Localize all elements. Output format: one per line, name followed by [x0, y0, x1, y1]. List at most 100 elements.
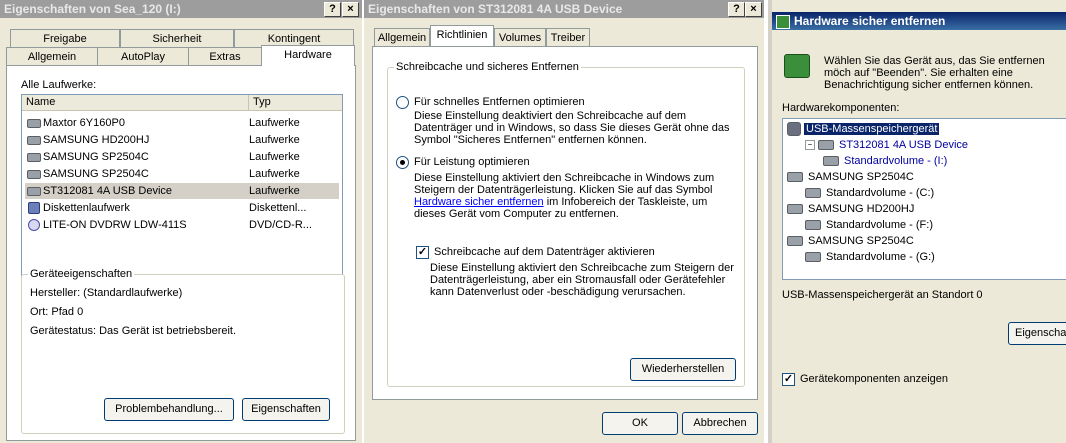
- drive-row[interactable]: ST312081 4A USB Device Laufwerke: [25, 183, 339, 199]
- drive-type: Laufwerke: [249, 185, 300, 197]
- tab-allgemein[interactable]: Allgemein: [374, 28, 430, 47]
- cancel-button[interactable]: Abbrechen: [682, 412, 758, 435]
- window-border: [768, 0, 772, 443]
- help-button[interactable]: ?: [728, 2, 745, 17]
- drives-label: Alle Laufwerke:: [21, 79, 97, 91]
- tree-item-label: SAMSUNG HD200HJ: [808, 203, 915, 215]
- tree-item[interactable]: SAMSUNG SP2504C: [787, 169, 916, 185]
- show-components-checkbox[interactable]: ✓: [782, 373, 795, 386]
- drive-name: SAMSUNG HD200HJ: [43, 134, 150, 146]
- tab-freigabe[interactable]: Freigabe: [10, 29, 120, 48]
- device-properties-group: Geräteeigenschaften Hersteller: (Standar…: [21, 268, 345, 434]
- drive-row[interactable]: SAMSUNG SP2504C Laufwerke: [25, 149, 339, 165]
- quick-removal-label[interactable]: Für schnelles Entfernen optimieren: [414, 96, 585, 108]
- tree-item-label: USB-Massenspeichergerät: [804, 123, 940, 135]
- tab-allgemein[interactable]: Allgemein: [6, 47, 98, 66]
- tree-item-label: SAMSUNG SP2504C: [808, 235, 914, 247]
- drive-type: Diskettenl...: [249, 202, 307, 214]
- drive-row[interactable]: SAMSUNG HD200HJ Laufwerke: [25, 132, 339, 148]
- performance-radio[interactable]: [396, 156, 409, 169]
- hard-drive-icon: [787, 204, 803, 215]
- tab-autoplay[interactable]: AutoPlay: [97, 47, 189, 66]
- tree-item[interactable]: SAMSUNG HD200HJ: [787, 201, 916, 217]
- close-button[interactable]: ×: [745, 2, 762, 17]
- tab-treiber[interactable]: Treiber: [546, 28, 590, 47]
- drive-name: LITE-ON DVDRW LDW-411S: [43, 219, 187, 231]
- safely-remove-hardware-link[interactable]: Hardware sicher entfernen: [414, 196, 544, 208]
- hardware-tree[interactable]: USB-Massenspeichergerät − ST312081 4A USB …: [782, 118, 1066, 280]
- properties-button[interactable]: Eigenscha: [1008, 322, 1066, 345]
- performance-description: Diese Einstellung aktiviert den Schreibc…: [414, 172, 738, 220]
- tree-item-label: Standardvolume - (I:): [844, 155, 948, 167]
- drive-type: Laufwerke: [249, 117, 300, 129]
- quick-removal-radio[interactable]: [396, 96, 409, 109]
- enable-write-cache-checkbox[interactable]: ✓: [416, 246, 429, 259]
- drive-row[interactable]: SAMSUNG SP2504C Laufwerke: [25, 166, 339, 182]
- quick-removal-description: Diese Einstellung deaktiviert den Schrei…: [414, 110, 730, 146]
- hard-drive-icon: [787, 236, 803, 247]
- collapse-icon[interactable]: −: [805, 140, 815, 151]
- dvd-icon: [28, 219, 40, 231]
- volume-icon: [805, 220, 821, 231]
- floppy-icon: [28, 202, 40, 214]
- tree-item[interactable]: Standardvolume - (F:): [805, 217, 935, 233]
- tree-item[interactable]: − ST312081 4A USB Device: [805, 137, 970, 153]
- tab-panel: Alle Laufwerke: Name Typ Maxtor 6Y160P0 L…: [6, 65, 356, 441]
- hardware-components-label: Hardwarekomponenten:: [782, 102, 900, 114]
- tree-item[interactable]: Standardvolume - (C:): [805, 185, 936, 201]
- drive-type: Laufwerke: [249, 168, 300, 180]
- drive-row[interactable]: Diskettenlaufwerk Diskettenl...: [25, 200, 339, 216]
- drive-type: Laufwerke: [249, 134, 300, 146]
- drive-name: SAMSUNG SP2504C: [43, 151, 149, 163]
- volume-icon: [823, 156, 839, 167]
- write-cache-group: Schreibcache und sicheres Entfernen Für …: [387, 61, 745, 387]
- intro-text: Wählen Sie das Gerät aus, das Sie entfer…: [824, 55, 1045, 91]
- tree-item-label: SAMSUNG SP2504C: [808, 171, 914, 183]
- column-name-header[interactable]: Name: [22, 95, 249, 111]
- dialog-title-text: Hardware sicher entfernen: [794, 14, 946, 28]
- drive-type: Laufwerke: [249, 151, 300, 163]
- help-button[interactable]: ?: [324, 2, 341, 17]
- usb-device-icon: [787, 122, 801, 137]
- drive-row[interactable]: LITE-ON DVDRW LDW-411S DVD/CD-R...: [25, 217, 339, 233]
- tree-item[interactable]: USB-Massenspeichergerät: [787, 121, 940, 137]
- hard-drive-icon: [27, 136, 41, 145]
- location-status: USB-Massenspeichergerät an Standort 0: [782, 289, 983, 301]
- drive-name: Diskettenlaufwerk: [43, 202, 130, 214]
- enable-write-cache-description: Diese Einstellung aktiviert den Schreibc…: [430, 262, 734, 298]
- column-type-header[interactable]: Typ: [249, 95, 342, 111]
- hard-drive-icon: [787, 172, 803, 183]
- remove-hardware-big-icon: [784, 54, 810, 78]
- drive-type: DVD/CD-R...: [249, 219, 312, 231]
- performance-label[interactable]: Für Leistung optimieren: [414, 156, 530, 168]
- tree-item[interactable]: Standardvolume - (G:): [805, 249, 937, 265]
- tree-item[interactable]: SAMSUNG SP2504C: [787, 233, 916, 249]
- write-cache-group-label: Schreibcache und sicheres Entfernen: [394, 61, 581, 73]
- ok-button[interactable]: OK: [602, 412, 678, 435]
- close-button[interactable]: ×: [342, 2, 359, 17]
- volume-icon: [805, 252, 821, 263]
- tab-hardware[interactable]: Hardware: [261, 45, 355, 66]
- tree-item[interactable]: Standardvolume - (I:): [823, 153, 949, 169]
- hard-drive-icon: [27, 170, 41, 179]
- drive-row[interactable]: Maxtor 6Y160P0 Laufwerke: [25, 115, 339, 131]
- drive-name: SAMSUNG SP2504C: [43, 168, 149, 180]
- hard-drive-icon: [818, 140, 834, 151]
- drive-properties-dialog: Eigenschaften von Sea_120 (I:) ? × Freig…: [0, 0, 362, 443]
- remove-hardware-icon: [776, 14, 790, 29]
- show-components-label[interactable]: Gerätekomponenten anzeigen: [800, 373, 948, 385]
- safely-remove-hardware-dialog: Hardware sicher entfernen Wählen Sie das…: [768, 0, 1066, 443]
- restore-defaults-button[interactable]: Wiederherstellen: [630, 358, 736, 381]
- tab-volumes[interactable]: Volumes: [494, 28, 546, 47]
- tab-richtlinien[interactable]: Richtlinien: [430, 25, 494, 46]
- tab-extras[interactable]: Extras: [188, 47, 262, 66]
- drives-list[interactable]: Name Typ Maxtor 6Y160P0 Laufwerke SAMSUNG …: [21, 94, 343, 279]
- device-status-text: Gerätestatus: Das Gerät ist betriebsbere…: [30, 325, 237, 337]
- dialog-title: Eigenschaften von Sea_120 (I:): [0, 0, 362, 18]
- dialog-title: Eigenschaften von ST312081 4A USB Device: [364, 0, 764, 18]
- dialog-title: Hardware sicher entfernen: [772, 12, 1066, 30]
- troubleshoot-button[interactable]: Problembehandlung...: [104, 398, 234, 421]
- properties-button[interactable]: Eigenschaften: [242, 398, 330, 421]
- enable-write-cache-label[interactable]: Schreibcache auf dem Datenträger aktivie…: [434, 246, 655, 258]
- tab-sicherheit[interactable]: Sicherheit: [120, 29, 234, 48]
